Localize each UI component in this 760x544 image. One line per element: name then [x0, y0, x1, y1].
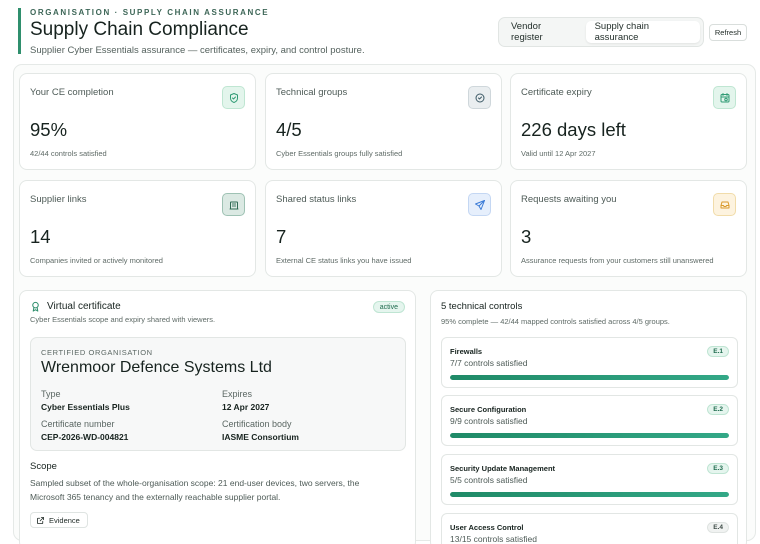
- control-name: Security Update Management: [450, 464, 556, 473]
- control-progress-track: [450, 375, 729, 380]
- certification-body-field: Certification body IASME Consortium: [222, 419, 392, 442]
- page: ORGANISATION · SUPPLY CHAIN ASSURANCE Su…: [0, 0, 760, 544]
- control-item-security-update-management[interactable]: Security Update Management 5/5 controls …: [441, 454, 738, 505]
- stat-label: Supplier links: [30, 194, 87, 205]
- control-item-firewalls[interactable]: Firewalls 7/7 controls satisfied E.1: [441, 337, 738, 388]
- building-icon: [222, 193, 245, 216]
- tab-supply-chain-assurance[interactable]: Supply chain assurance: [585, 21, 700, 43]
- field-value: IASME Consortium: [222, 432, 299, 442]
- control-satisfied: 7/7 controls satisfied: [450, 358, 528, 368]
- certificate-expires-field: Expires 12 Apr 2027: [222, 389, 392, 412]
- shield-check-icon: [222, 86, 245, 109]
- control-name: Firewalls: [450, 347, 483, 356]
- stat-note: Assurance requests from your customers s…: [521, 256, 714, 265]
- stat-value: 3: [521, 226, 532, 247]
- control-name: Secure Configuration: [450, 405, 527, 414]
- field-value: Cyber Essentials Plus: [41, 402, 130, 412]
- scope-description: Sampled subset of the whole-organisation…: [30, 478, 360, 502]
- stat-label: Shared status links: [276, 194, 357, 205]
- control-progress-fill: [450, 433, 729, 438]
- control-code-badge: E.2: [707, 404, 729, 415]
- stat-value: 95%: [30, 119, 68, 140]
- control-name: User Access Control: [450, 523, 524, 532]
- virtual-certificate-card: Virtual certificate Cyber Essentials sco…: [19, 290, 416, 544]
- stat-note: Cyber Essentials groups fully satisfied: [276, 149, 403, 158]
- field-label: Certificate number: [41, 419, 115, 429]
- page-header: ORGANISATION · SUPPLY CHAIN ASSURANCE Su…: [18, 8, 488, 56]
- virtual-certificate-subtitle: Cyber Essentials scope and expiry shared…: [30, 315, 216, 324]
- send-icon: [468, 193, 491, 216]
- check-circle-icon: [468, 86, 491, 109]
- organisation-name: Wrenmoor Defence Systems Ltd: [41, 359, 272, 376]
- stat-card-certificate-expiry: Certificate expiry 226 days left Valid u…: [510, 73, 747, 170]
- virtual-certificate-header: Virtual certificate: [30, 301, 121, 312]
- technical-controls-title: 5 technical controls: [441, 301, 523, 312]
- control-progress-track: [450, 492, 729, 497]
- field-label: Certification body: [222, 419, 292, 429]
- control-satisfied: 9/9 controls satisfied: [450, 416, 528, 426]
- stat-label: Your CE completion: [30, 87, 114, 98]
- stat-card-ce-completion: Your CE completion 95% 42/44 controls sa…: [19, 73, 256, 170]
- certificate-panel: CERTIFIED ORGANISATION Wrenmoor Defence …: [30, 337, 406, 451]
- field-value: CEP-2026-WD-004821: [41, 432, 129, 442]
- external-link-icon: [36, 516, 45, 525]
- page-title: Supply Chain Compliance: [30, 19, 249, 40]
- control-satisfied: 13/15 controls satisfied: [450, 534, 537, 544]
- stat-value: 226 days left: [521, 119, 626, 140]
- control-code-badge: E.1: [707, 346, 729, 357]
- view-tabs: Vendor register Supply chain assurance: [498, 17, 704, 47]
- field-label: Type: [41, 389, 61, 399]
- virtual-certificate-title: Virtual certificate: [47, 301, 121, 312]
- field-label: Expires: [222, 389, 253, 399]
- certificate-type-field: Type Cyber Essentials Plus: [41, 389, 211, 412]
- stat-card-supplier-links: Supplier links 14 Companies invited or a…: [19, 180, 256, 277]
- control-item-secure-configuration[interactable]: Secure Configuration 9/9 controls satisf…: [441, 395, 738, 446]
- stat-value: 4/5: [276, 119, 302, 140]
- stat-note: Valid until 12 Apr 2027: [521, 149, 596, 158]
- award-icon: [30, 301, 41, 312]
- stat-card-technical-groups: Technical groups 4/5 Cyber Essentials gr…: [265, 73, 502, 170]
- evidence-button[interactable]: Evidence: [30, 512, 88, 528]
- field-value: 12 Apr 2027: [222, 402, 270, 412]
- control-code-badge: E.4: [707, 522, 729, 533]
- control-progress-track: [450, 433, 729, 438]
- inbox-icon: [713, 193, 736, 216]
- refresh-button[interactable]: Refresh: [709, 24, 747, 41]
- stat-label: Certificate expiry: [521, 87, 592, 98]
- calendar-clock-icon: [713, 86, 736, 109]
- page-eyebrow: ORGANISATION · SUPPLY CHAIN ASSURANCE: [30, 8, 270, 17]
- technical-controls-card: 5 technical controls 95% complete — 42/4…: [430, 290, 747, 544]
- control-item-user-access-control[interactable]: User Access Control 13/15 controls satis…: [441, 513, 738, 544]
- control-progress-fill: [450, 375, 729, 380]
- stat-value: 14: [30, 226, 51, 247]
- stat-note: 42/44 controls satisfied: [30, 149, 107, 158]
- evidence-label: Evidence: [49, 515, 80, 525]
- stat-card-requests-awaiting: Requests awaiting you 3 Assurance reques…: [510, 180, 747, 277]
- control-progress-fill: [450, 492, 729, 497]
- stat-label: Technical groups: [276, 87, 348, 98]
- scope-heading: Scope: [30, 461, 57, 472]
- control-satisfied: 5/5 controls satisfied: [450, 475, 528, 485]
- stat-label: Requests awaiting you: [521, 194, 617, 205]
- stat-note: External CE status links you have issued: [276, 256, 412, 265]
- technical-controls-subtitle: 95% complete — 42/44 mapped controls sat…: [441, 317, 670, 326]
- certificate-number-field: Certificate number CEP-2026-WD-004821: [41, 419, 211, 442]
- status-badge: active: [372, 301, 405, 313]
- control-code-badge: E.3: [707, 463, 729, 474]
- certified-organisation-label: CERTIFIED ORGANISATION: [41, 348, 153, 357]
- tab-vendor-register[interactable]: Vendor register: [502, 21, 582, 43]
- stat-value: 7: [276, 226, 287, 247]
- stat-card-shared-status-links: Shared status links 7 External CE status…: [265, 180, 502, 277]
- stat-note: Companies invited or actively monitored: [30, 256, 163, 265]
- page-subtitle: Supplier Cyber Essentials assurance — ce…: [30, 45, 365, 56]
